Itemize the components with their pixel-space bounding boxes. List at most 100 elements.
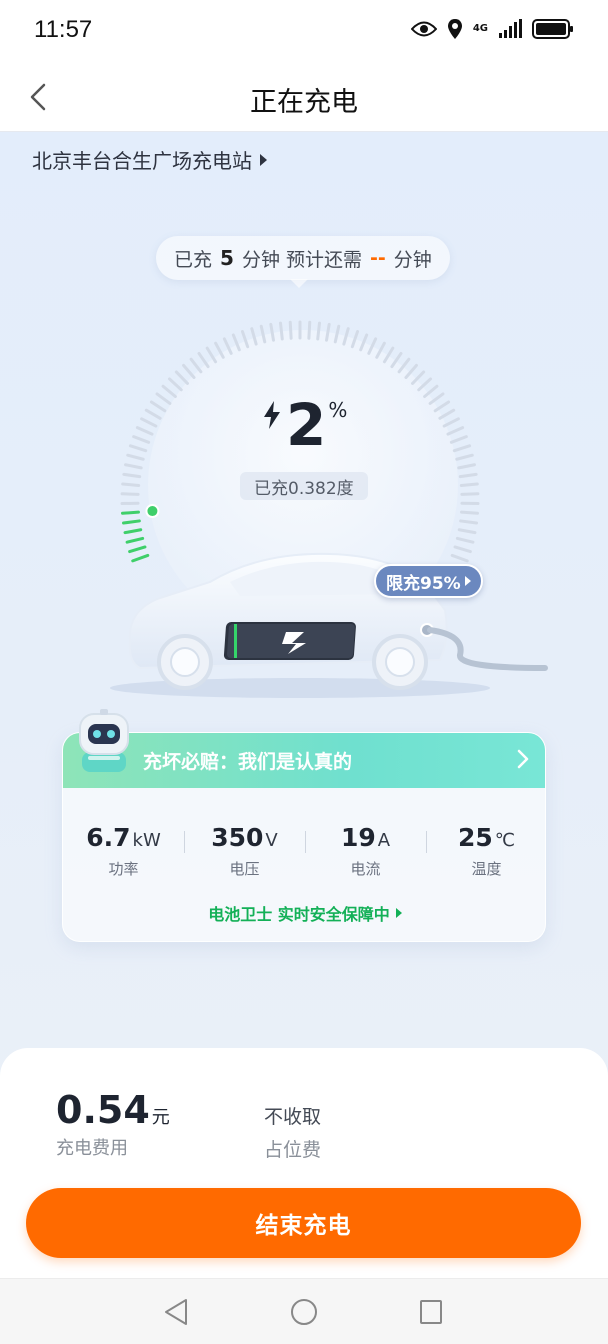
divider [426,831,427,853]
gauge-tick [458,472,478,479]
gauge-tick [214,341,225,359]
gauge-tick [455,453,474,461]
end-charging-button[interactable]: 结束充电 [26,1188,581,1258]
gauge-tick [459,482,479,487]
gauge-tick [417,377,432,392]
charging-info-card: 充坏必赔：我们是认真的 6.7 kW 功率 350 V 电压 19 A 电流 25 ℃ … [62,732,546,942]
gauge-tick [279,321,284,341]
stat-unit: kW [132,830,161,851]
gauge-tick [350,330,360,349]
nav-header: 正在充电 [0,64,608,132]
station-link[interactable]: 北京丰台合生广场充电站 [32,145,267,174]
nav-recents-icon[interactable] [418,1297,444,1327]
network-type: 4G [472,23,488,34]
stat-label: 电压 [229,860,260,878]
eye-icon [410,21,437,37]
stat-label: 功率 [108,860,139,878]
gauge-tick [460,510,480,515]
stat-current: 19 A 电流 [305,823,426,879]
stat-unit: V [265,830,278,851]
remaining-minutes: -- [369,247,386,269]
gauge-tick [182,363,196,379]
charge-percent: 2 % [262,390,347,460]
percent-unit: % [328,398,348,422]
gauge-tick [459,519,479,525]
gauge-tick [375,341,386,359]
nav-back-icon[interactable] [162,1297,190,1327]
gauge-tick [240,330,250,349]
gauge-tick-filled [123,528,143,535]
gauge-tick [161,384,177,398]
signal-icon [499,19,522,38]
fee-block: 0.54 元 充电费用 [56,1088,170,1160]
occupancy-fee-block: 不收取 占位费 [264,1102,321,1162]
gauge-tick [205,346,218,364]
caret-right-icon [395,908,402,918]
stats-row: 6.7 kW 功率 350 V 电压 19 A 电流 25 ℃ 温度 [63,823,545,879]
gauge-tick [433,400,451,413]
gauge-tick [411,370,426,385]
stat-temperature: 25 ℃ 温度 [426,823,545,879]
charged-mid: 分钟 预计还需 [241,248,362,271]
stat-voltage: 350 V 电压 [184,823,305,879]
car-illustration [110,552,548,698]
charged-suffix: 分钟 [393,248,432,271]
gauge-tick [442,417,460,428]
gauge-tick [460,492,480,496]
gauge-tick [140,417,158,428]
page-title: 正在充电 [250,87,358,118]
battery-guard-link[interactable]: 电池卫士 实时安全保障中 [63,901,545,925]
occupancy-line2: 占位费 [264,1139,322,1161]
fee-amount: 0.54 [56,1088,150,1132]
stat-value: 6.7 [86,823,131,852]
gauge-tick [438,408,456,420]
stat-label: 电流 [350,860,381,878]
stat-unit: A [377,830,391,851]
gauge-tick [404,363,418,379]
gauge-tick [359,333,369,352]
divider [184,831,185,853]
gauge-tick [149,400,167,413]
gauge-tick [197,351,210,369]
gauge-tick [168,377,183,392]
robot-mascot-icon [79,709,129,772]
charge-time-pill: 已充 5 分钟 预计还需 -- 分钟 [156,236,450,280]
gauge-tick [452,444,472,453]
gauge-tick [121,482,141,487]
charge-limit-badge[interactable]: 限充95% [374,564,483,598]
gauge-tick [126,453,145,461]
occupancy-line1: 不收取 [264,1106,322,1128]
gauge-tick [122,472,142,479]
stat-power: 6.7 kW 功率 [63,823,184,879]
stat-value: 25 [457,823,493,852]
gauge-tick [307,320,312,340]
gauge-tick [449,435,468,444]
status-bar: 11:57 4G [0,0,608,64]
pill-pointer [290,279,308,288]
stat-label: 温度 [471,860,502,878]
caret-right-icon [260,153,267,166]
fee-unit: 元 [151,1107,170,1128]
gauge-tick [457,528,477,535]
nav-home-icon[interactable] [289,1297,319,1327]
gauge-tick [288,320,293,340]
gauge-tick-filled [120,510,140,515]
gauge-tick [189,357,203,374]
percent-value: 2 [286,391,327,459]
gauge-tick [333,324,341,344]
system-nav-bar [0,1278,608,1344]
gauge-tick [222,337,233,355]
status-icons: 4G [410,18,574,40]
gauge-tick [325,322,331,342]
stat-unit: ℃ [494,830,515,851]
battery-guard-text: 电池卫士 实时安全保障中 [208,905,390,924]
guarantee-banner[interactable]: 充坏必赔：我们是认真的 [63,733,545,788]
location-icon [447,19,462,39]
gauge-tick [231,333,241,352]
gauge-tick [120,492,140,496]
gauge-tick [124,463,143,470]
gauge-tick [128,444,148,453]
gauge-tick-filled [121,519,141,525]
status-time: 11:57 [34,16,93,43]
gauge-tick [390,351,403,369]
